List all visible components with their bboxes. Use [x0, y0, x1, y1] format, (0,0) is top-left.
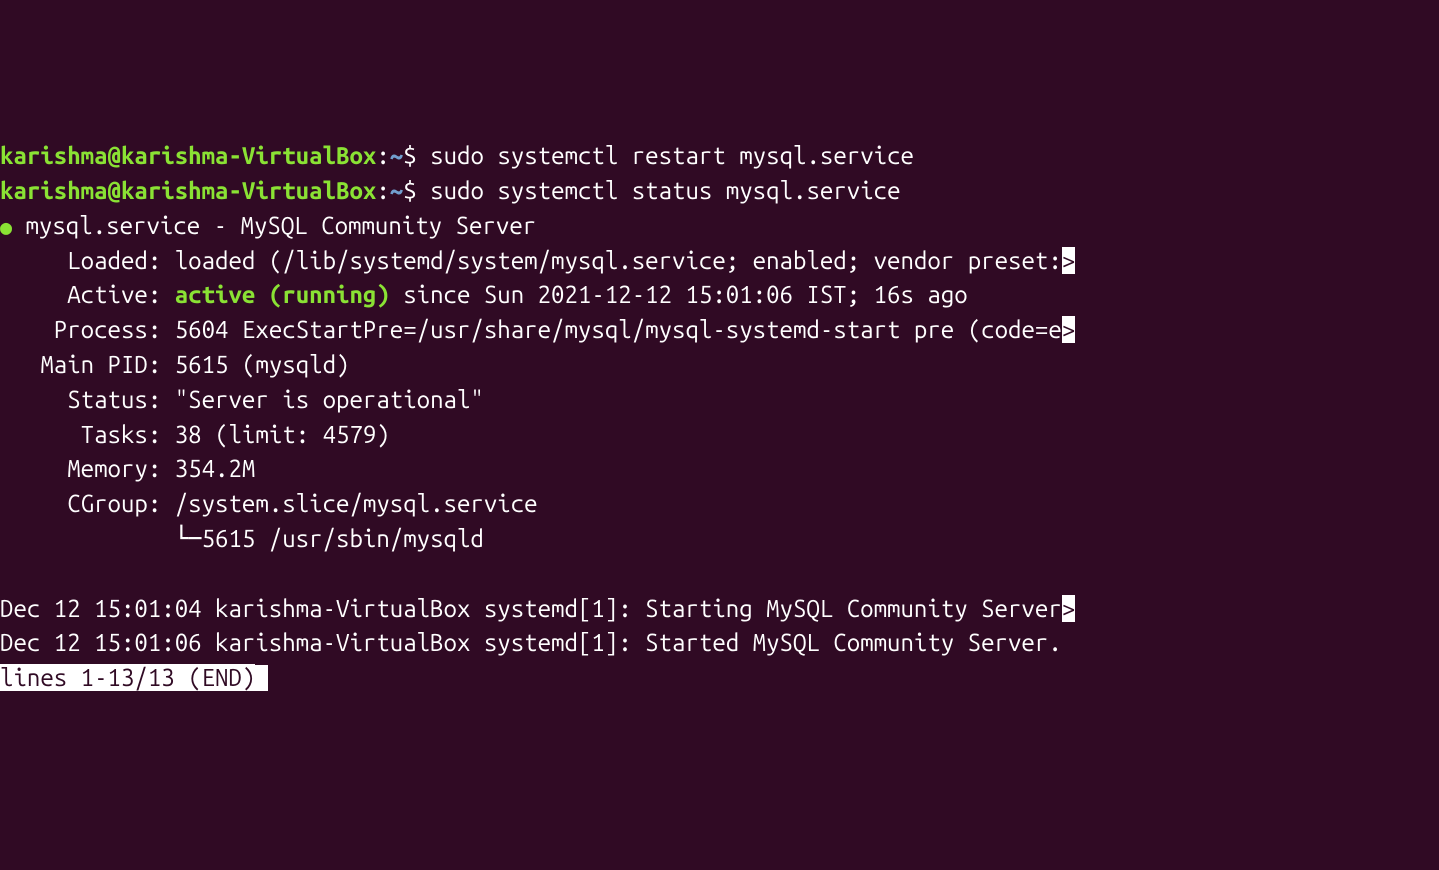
mainpid-value: 5615 (mysqld): [175, 351, 350, 378]
tasks-line: Tasks: 38 (limit: 4579): [0, 418, 1439, 453]
pager-status: lines 1-13/13 (END): [0, 664, 255, 691]
prompt-line-2: karishma@karishma-VirtualBox:~$ sudo sys…: [0, 174, 1439, 209]
log-line-2: Dec 12 15:01:06 karishma-VirtualBox syst…: [0, 626, 1439, 661]
overflow-indicator: >: [1062, 316, 1075, 343]
memory-line: Memory: 354.2M: [0, 452, 1439, 487]
tasks-value: 38 (limit: 4579): [175, 421, 390, 448]
service-header: ● mysql.service - MySQL Community Server: [0, 209, 1439, 244]
overflow-indicator: >: [1062, 595, 1075, 622]
user-host: karishma@karishma-VirtualBox: [0, 142, 376, 169]
pager-status-line: lines 1-13/13 (END): [0, 661, 1439, 696]
log-line-1: Dec 12 15:01:04 karishma-VirtualBox syst…: [0, 592, 1439, 627]
active-line: Active: active (running) since Sun 2021-…: [0, 278, 1439, 313]
loaded-value: loaded (/lib/systemd/system/mysql.servic…: [175, 247, 1062, 274]
colon: :: [376, 142, 389, 169]
command-restart: sudo systemctl restart mysql.service: [417, 142, 914, 169]
prompt-line-1: karishma@karishma-VirtualBox:~$ sudo sys…: [0, 139, 1439, 174]
memory-label: Memory:: [0, 455, 175, 482]
user-host: karishma@karishma-VirtualBox: [0, 177, 376, 204]
cursor-icon: [255, 665, 268, 691]
cgroup-value: /system.slice/mysql.service: [175, 490, 538, 517]
active-state: active (running): [175, 281, 390, 308]
cgroup-child: └─5615 /usr/sbin/mysqld: [0, 525, 484, 552]
cgroup-line: CGroup: /system.slice/mysql.service: [0, 487, 1439, 522]
status-value: "Server is operational": [175, 386, 484, 413]
active-since: since Sun 2021-12-12 15:01:06 IST; 16s a…: [390, 281, 968, 308]
log-entry: Dec 12 15:01:04 karishma-VirtualBox syst…: [0, 595, 1062, 622]
loaded-line: Loaded: loaded (/lib/systemd/system/mysq…: [0, 244, 1439, 279]
status-line: Status: "Server is operational": [0, 383, 1439, 418]
mainpid-line: Main PID: 5615 (mysqld): [0, 348, 1439, 383]
cgroup-label: CGroup:: [0, 490, 175, 517]
path: ~: [390, 142, 403, 169]
prompt-sign: $: [403, 142, 416, 169]
blank-line: [0, 557, 1439, 592]
active-label: Active:: [0, 281, 175, 308]
memory-value: 354.2M: [175, 455, 256, 482]
overflow-indicator: >: [1062, 247, 1075, 274]
loaded-label: Loaded:: [0, 247, 175, 274]
process-label: Process:: [0, 316, 175, 343]
process-line: Process: 5604 ExecStartPre=/usr/share/my…: [0, 313, 1439, 348]
cgroup-child-line: └─5615 /usr/sbin/mysqld: [0, 522, 1439, 557]
status-dot-icon: ●: [0, 212, 12, 241]
terminal-output[interactable]: karishma@karishma-VirtualBox:~$ sudo sys…: [0, 139, 1439, 696]
colon: :: [376, 177, 389, 204]
service-name: mysql.service - MySQL Community Server: [12, 212, 536, 239]
tasks-label: Tasks:: [0, 421, 175, 448]
prompt-sign: $: [403, 177, 416, 204]
mainpid-label: Main PID:: [0, 351, 175, 378]
process-value: 5604 ExecStartPre=/usr/share/mysql/mysql…: [175, 316, 1062, 343]
log-entry: Dec 12 15:01:06 karishma-VirtualBox syst…: [0, 629, 1062, 656]
command-status: sudo systemctl status mysql.service: [417, 177, 901, 204]
path: ~: [390, 177, 403, 204]
status-label: Status:: [0, 386, 175, 413]
